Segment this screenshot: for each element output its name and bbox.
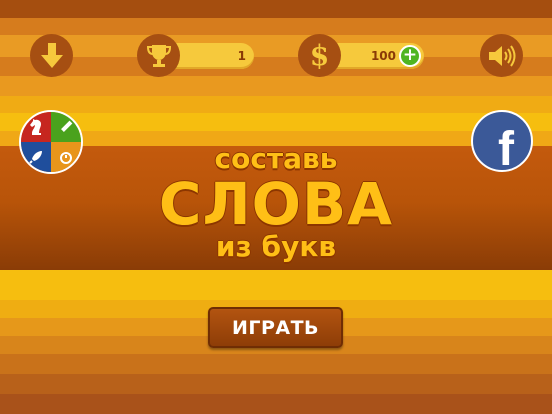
pencil-icon xyxy=(51,112,81,142)
download-button[interactable] xyxy=(30,34,73,77)
coin-count: 100 xyxy=(370,49,396,63)
arrow-down-icon xyxy=(40,42,63,68)
add-coins-button[interactable]: + xyxy=(399,45,421,67)
knight-icon xyxy=(21,112,51,142)
trophy-button[interactable] xyxy=(137,34,180,77)
sound-button[interactable] xyxy=(480,34,523,77)
trophy-count: 1 xyxy=(237,49,246,63)
trophy-icon xyxy=(146,44,171,67)
play-button-label: ИГРАТЬ xyxy=(231,316,320,339)
coins-button[interactable]: $ xyxy=(298,34,341,77)
dollar-icon: $ xyxy=(309,39,330,72)
logo-line-3: из букв xyxy=(215,230,337,263)
speaker-icon xyxy=(488,44,515,67)
background-stripes-top xyxy=(0,0,552,146)
play-button[interactable]: ИГРАТЬ xyxy=(208,307,343,348)
logo-line-2: СЛОВА xyxy=(158,170,394,238)
